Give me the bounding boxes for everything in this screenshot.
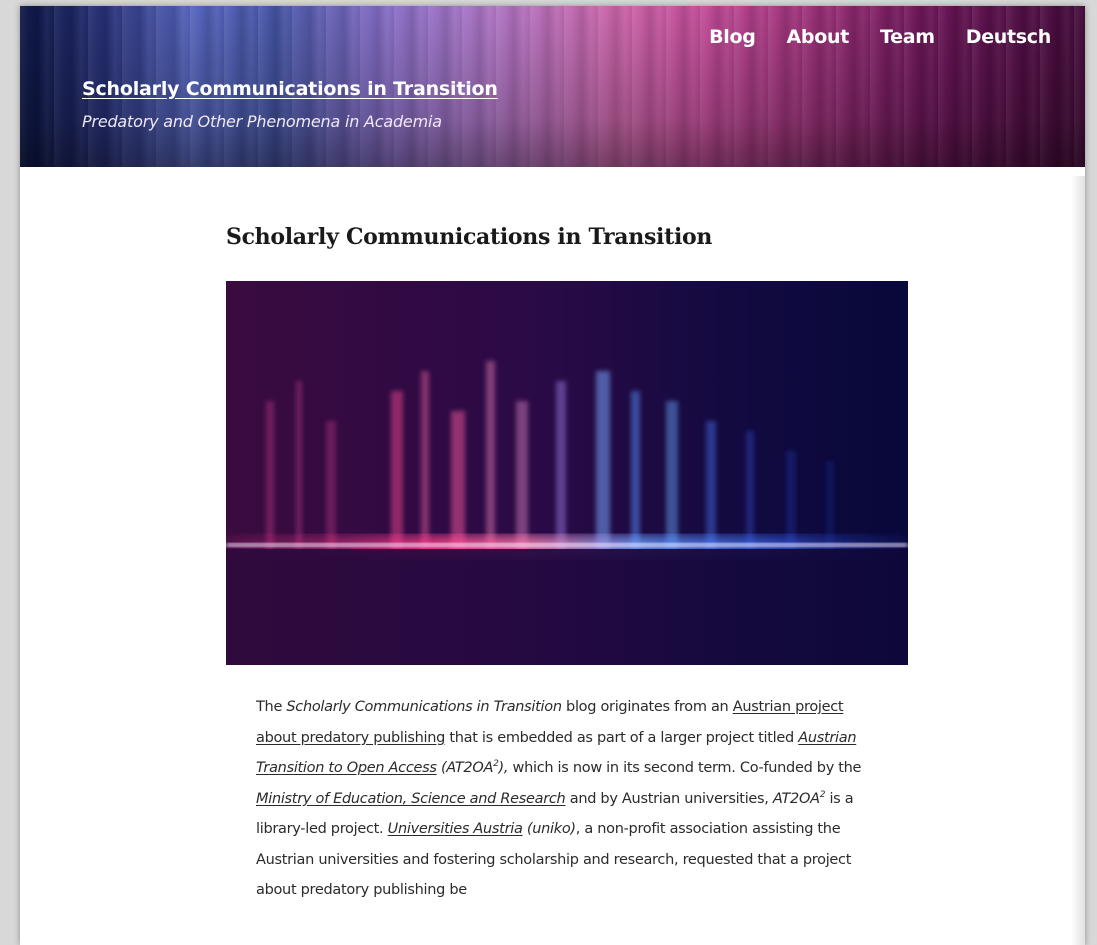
featured-image	[226, 281, 908, 665]
nav-item-about[interactable]: About	[787, 26, 850, 48]
site-title-link[interactable]: Scholarly Communications in Transition	[82, 78, 498, 100]
intro-paragraph: The Scholarly Communications in Transiti…	[256, 692, 878, 906]
site-branding: Scholarly Communications in Transition P…	[82, 78, 498, 131]
main-content: Scholarly Communications in Transition T…	[226, 167, 908, 906]
main-navigation: Blog About Team Deutsch	[678, 26, 1051, 48]
nav-item-blog[interactable]: Blog	[709, 26, 756, 48]
link-universities-austria[interactable]: Universities Austria	[388, 821, 523, 837]
text-segment: (AT2OA	[436, 760, 494, 776]
text-segment: The	[256, 699, 287, 715]
text-segment: and by Austrian universities,	[565, 790, 773, 807]
text-segment: that is embedded as part of a larger pro…	[445, 729, 799, 746]
site-header: Blog About Team Deutsch Scholarly Commun…	[20, 6, 1085, 167]
page-edge-shadow	[1071, 176, 1085, 945]
blog-name: Scholarly Communications in Transition	[286, 699, 562, 715]
link-ministry[interactable]: Ministry of Education, Science and Resea…	[256, 791, 566, 807]
text-segment: ),	[498, 760, 509, 776]
page-frame: Blog About Team Deutsch Scholarly Commun…	[20, 6, 1085, 945]
text-segment: AT2OA	[772, 790, 820, 807]
page-title: Scholarly Communications in Transition	[226, 224, 713, 250]
aurora-image	[226, 281, 908, 665]
entry-content: The Scholarly Communications in Transiti…	[226, 692, 908, 906]
text-segment: (uniko)	[522, 821, 576, 837]
text-segment: blog originates from an	[561, 699, 733, 715]
site-description: Predatory and Other Phenomena in Academi…	[82, 112, 442, 131]
nav-item-deutsch[interactable]: Deutsch	[966, 26, 1052, 48]
nav-item-team[interactable]: Team	[880, 26, 935, 48]
text-segment: which is now in its second term. Co-fund…	[508, 760, 862, 776]
